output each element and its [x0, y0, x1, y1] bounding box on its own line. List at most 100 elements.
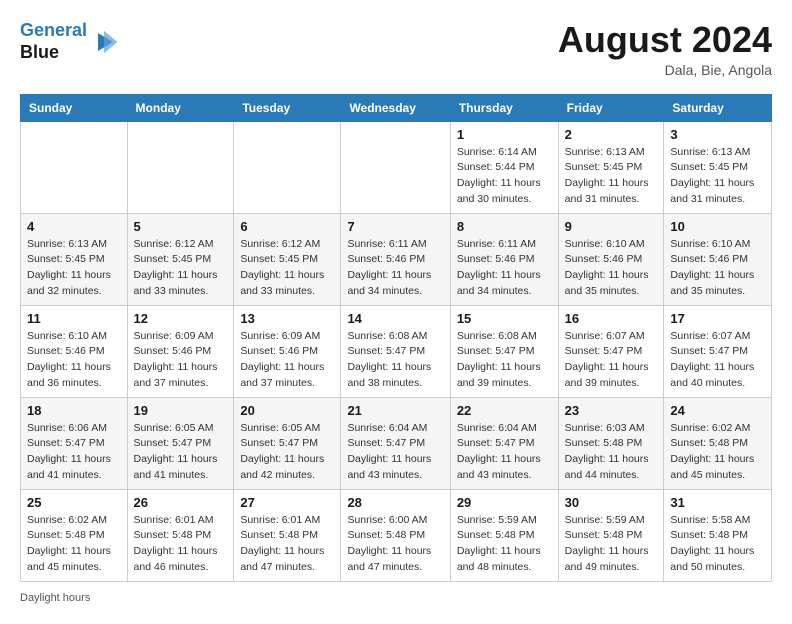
day-number: 27 [240, 495, 334, 510]
calendar-cell: 11 Sunrise: 6:10 AM Sunset: 5:46 PM Dayli… [21, 305, 128, 397]
day-info: Sunrise: 5:59 AM Sunset: 5:48 PM Dayligh… [565, 513, 658, 576]
calendar-cell: 3Sunrise: 6:13 AM Sunset: 5:45 PM Daylig… [664, 121, 772, 213]
day-number: 3 [670, 127, 765, 142]
day-info: Sunrise: 6:11 AM Sunset: 5:46 PM Dayligh… [457, 237, 552, 300]
calendar-cell: 15Sunrise: 6:08 AM Sunset: 5:47 PM Dayli… [450, 305, 558, 397]
calendar-cell: 4Sunrise: 6:13 AM Sunset: 5:45 PM Daylig… [21, 213, 128, 305]
day-number: 9 [565, 219, 658, 234]
day-info: Sunrise: 6:10 AM Sunset: 5:46 PM Dayligh… [27, 329, 121, 392]
calendar-week-row: 1 Sunrise: 6:14 AM Sunset: 5:44 PM Daylig… [21, 121, 772, 213]
column-header-tuesday: Tuesday [234, 94, 341, 121]
calendar-cell [127, 121, 234, 213]
day-number: 23 [565, 403, 658, 418]
footer: Daylight hours [20, 592, 772, 604]
day-number: 14 [347, 311, 443, 326]
day-number: 2 [565, 127, 658, 142]
calendar-week-row: 11 Sunrise: 6:10 AM Sunset: 5:46 PM Dayli… [21, 305, 772, 397]
day-info: Sunrise: 6:09 AM Sunset: 5:46 PM Dayligh… [134, 329, 228, 392]
location: Dala, Bie, Angola [558, 62, 772, 78]
logo-icon [89, 27, 119, 57]
day-number: 18 [27, 403, 121, 418]
calendar-cell: 9 Sunrise: 6:10 AM Sunset: 5:46 PM Daylig… [558, 213, 664, 305]
calendar-table: SundayMondayTuesdayWednesdayThursdayFrid… [20, 94, 772, 582]
calendar-cell [234, 121, 341, 213]
day-info: Sunrise: 6:04 AM Sunset: 5:47 PM Dayligh… [457, 421, 552, 484]
calendar-cell: 26Sunrise: 6:01 AM Sunset: 5:48 PM Dayli… [127, 489, 234, 581]
day-info: Sunrise: 6:02 AM Sunset: 5:48 PM Dayligh… [670, 421, 765, 484]
day-number: 25 [27, 495, 121, 510]
calendar-cell: 25 Sunrise: 6:02 AM Sunset: 5:48 PM Dayli… [21, 489, 128, 581]
calendar-cell: 28 Sunrise: 6:00 AM Sunset: 5:48 PM Dayli… [341, 489, 450, 581]
day-number: 13 [240, 311, 334, 326]
day-info: Sunrise: 6:12 AM Sunset: 5:45 PM Dayligh… [134, 237, 228, 300]
day-info: Sunrise: 6:05 AM Sunset: 5:47 PM Dayligh… [134, 421, 228, 484]
calendar-cell: 14 Sunrise: 6:08 AM Sunset: 5:47 PM Dayli… [341, 305, 450, 397]
day-number: 30 [565, 495, 658, 510]
day-number: 17 [670, 311, 765, 326]
calendar-header-row: SundayMondayTuesdayWednesdayThursdayFrid… [21, 94, 772, 121]
day-info: Sunrise: 6:08 AM Sunset: 5:47 PM Dayligh… [347, 329, 443, 392]
day-info: Sunrise: 6:10 AM Sunset: 5:46 PM Dayligh… [670, 237, 765, 300]
day-number: 20 [240, 403, 334, 418]
footer-label: Daylight hours [20, 592, 90, 604]
calendar-cell: 10 Sunrise: 6:10 AM Sunset: 5:46 PM Dayli… [664, 213, 772, 305]
day-info: Sunrise: 6:14 AM Sunset: 5:44 PM Dayligh… [457, 145, 552, 208]
day-number: 21 [347, 403, 443, 418]
calendar-week-row: 18 Sunrise: 6:06 AM Sunset: 5:47 PM Dayli… [21, 397, 772, 489]
calendar-cell: 27 Sunrise: 6:01 AM Sunset: 5:48 PM Dayli… [234, 489, 341, 581]
column-header-wednesday: Wednesday [341, 94, 450, 121]
day-info: Sunrise: 6:01 AM Sunset: 5:48 PM Dayligh… [240, 513, 334, 576]
column-header-thursday: Thursday [450, 94, 558, 121]
day-info: Sunrise: 6:07 AM Sunset: 5:47 PM Dayligh… [565, 329, 658, 392]
column-header-sunday: Sunday [21, 94, 128, 121]
calendar-cell: 13 Sunrise: 6:09 AM Sunset: 5:46 PM Dayli… [234, 305, 341, 397]
day-info: Sunrise: 6:06 AM Sunset: 5:47 PM Dayligh… [27, 421, 121, 484]
day-info: Sunrise: 6:09 AM Sunset: 5:46 PM Dayligh… [240, 329, 334, 392]
day-info: Sunrise: 6:05 AM Sunset: 5:47 PM Dayligh… [240, 421, 334, 484]
day-info: Sunrise: 6:12 AM Sunset: 5:45 PM Dayligh… [240, 237, 334, 300]
day-number: 6 [240, 219, 334, 234]
day-number: 11 [27, 311, 121, 326]
day-number: 16 [565, 311, 658, 326]
calendar-cell: 18 Sunrise: 6:06 AM Sunset: 5:47 PM Dayli… [21, 397, 128, 489]
calendar-cell: 12 Sunrise: 6:09 AM Sunset: 5:46 PM Dayli… [127, 305, 234, 397]
day-number: 1 [457, 127, 552, 142]
day-info: Sunrise: 6:07 AM Sunset: 5:47 PM Dayligh… [670, 329, 765, 392]
calendar-week-row: 25 Sunrise: 6:02 AM Sunset: 5:48 PM Dayli… [21, 489, 772, 581]
logo-text: GeneralBlue [20, 20, 87, 63]
column-header-monday: Monday [127, 94, 234, 121]
day-info: Sunrise: 6:00 AM Sunset: 5:48 PM Dayligh… [347, 513, 443, 576]
day-info: Sunrise: 6:10 AM Sunset: 5:46 PM Dayligh… [565, 237, 658, 300]
calendar-cell: 30 Sunrise: 5:59 AM Sunset: 5:48 PM Dayli… [558, 489, 664, 581]
day-number: 12 [134, 311, 228, 326]
day-info: Sunrise: 5:59 AM Sunset: 5:48 PM Dayligh… [457, 513, 552, 576]
day-number: 10 [670, 219, 765, 234]
day-number: 4 [27, 219, 121, 234]
calendar-cell: 24 Sunrise: 6:02 AM Sunset: 5:48 PM Dayli… [664, 397, 772, 489]
calendar-cell [21, 121, 128, 213]
day-info: Sunrise: 6:03 AM Sunset: 5:48 PM Dayligh… [565, 421, 658, 484]
day-number: 24 [670, 403, 765, 418]
title-block: August 2024 Dala, Bie, Angola [558, 20, 772, 78]
calendar-cell [341, 121, 450, 213]
day-info: Sunrise: 6:02 AM Sunset: 5:48 PM Dayligh… [27, 513, 121, 576]
month-title: August 2024 [558, 20, 772, 60]
day-number: 28 [347, 495, 443, 510]
page-header: GeneralBlue August 2024 Dala, Bie, Angol… [20, 20, 772, 78]
logo: GeneralBlue [20, 20, 119, 63]
calendar-cell: 21 Sunrise: 6:04 AM Sunset: 5:47 PM Dayli… [341, 397, 450, 489]
day-number: 7 [347, 219, 443, 234]
calendar-cell: 8Sunrise: 6:11 AM Sunset: 5:46 PM Daylig… [450, 213, 558, 305]
calendar-cell: 2Sunrise: 6:13 AM Sunset: 5:45 PM Daylig… [558, 121, 664, 213]
calendar-cell: 22Sunrise: 6:04 AM Sunset: 5:47 PM Dayli… [450, 397, 558, 489]
calendar-cell: 29Sunrise: 5:59 AM Sunset: 5:48 PM Dayli… [450, 489, 558, 581]
day-info: Sunrise: 6:11 AM Sunset: 5:46 PM Dayligh… [347, 237, 443, 300]
column-header-friday: Friday [558, 94, 664, 121]
calendar-cell: 23 Sunrise: 6:03 AM Sunset: 5:48 PM Dayli… [558, 397, 664, 489]
calendar-cell: 1 Sunrise: 6:14 AM Sunset: 5:44 PM Daylig… [450, 121, 558, 213]
calendar-cell: 16 Sunrise: 6:07 AM Sunset: 5:47 PM Dayli… [558, 305, 664, 397]
day-info: Sunrise: 6:04 AM Sunset: 5:47 PM Dayligh… [347, 421, 443, 484]
day-number: 5 [134, 219, 228, 234]
calendar-cell: 20 Sunrise: 6:05 AM Sunset: 5:47 PM Dayli… [234, 397, 341, 489]
day-info: Sunrise: 5:58 AM Sunset: 5:48 PM Dayligh… [670, 513, 765, 576]
